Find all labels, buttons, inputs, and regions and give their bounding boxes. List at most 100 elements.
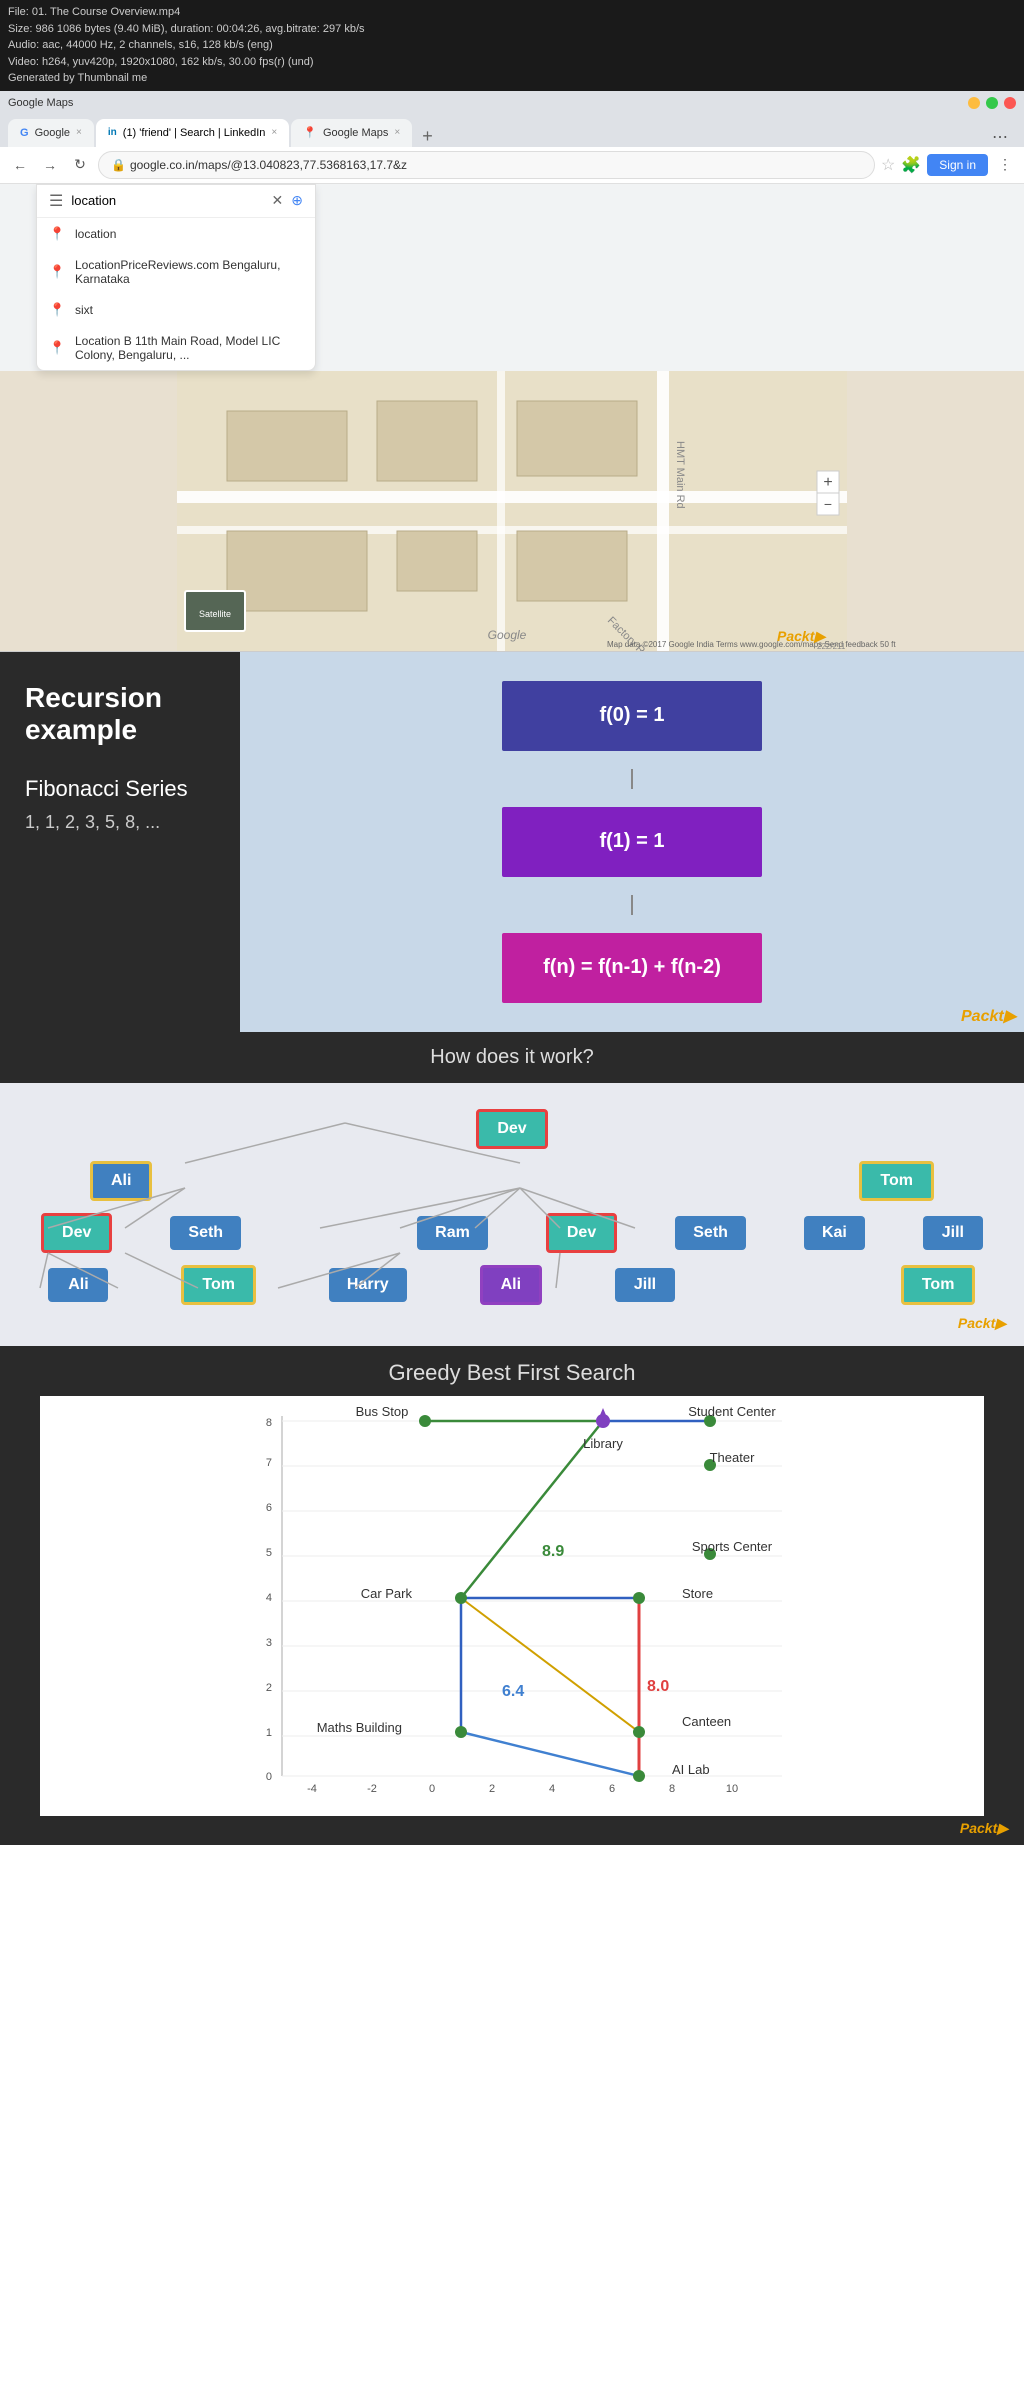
svg-text:8.0: 8.0 (647, 1678, 669, 1695)
svg-text:Maths Building: Maths Building (317, 1720, 402, 1735)
search-suggestions: ☰ ✕ ⊕ 📍 location 📍 LocationPriceReviews.… (36, 184, 316, 371)
svg-text:222/211: 222/211 (817, 642, 846, 651)
tab-favicon-linkedin: in (108, 127, 117, 138)
svg-text:0: 0 (266, 1771, 272, 1783)
meta-generated: Generated by Thumbnail me (8, 70, 1016, 87)
svg-text:1: 1 (266, 1727, 272, 1739)
svg-text:4: 4 (266, 1592, 272, 1604)
lock-icon: 🔒 (111, 158, 126, 172)
tab-label-google: Google (35, 127, 70, 139)
svg-text:+: + (823, 474, 832, 491)
signin-btn[interactable]: Sign in (927, 154, 988, 176)
location-icon-3: 📍 (49, 302, 65, 318)
svg-text:6: 6 (609, 1783, 615, 1795)
suggestion-text-4: Location B 11th Main Road, Model LIC Col… (75, 334, 303, 362)
tree-container: Dev Ali Tom Dev Seth Ram Dev (10, 1103, 1014, 1311)
node-tom-3b: Tom (901, 1265, 976, 1305)
window-controls (968, 97, 1016, 109)
minimize-btn[interactable] (968, 97, 980, 109)
tab-maps[interactable]: 📍 Google Maps × (291, 119, 412, 147)
refresh-btn[interactable]: ↻ (68, 153, 92, 177)
svg-text:2: 2 (489, 1783, 495, 1795)
location-icon-4: 📍 (49, 340, 65, 356)
meta-bar: File: 01. The Course Overview.mp4 Size: … (0, 0, 1024, 91)
browser-more-icon[interactable]: ⋮ (994, 156, 1016, 173)
node-harry-3: Harry (329, 1268, 407, 1302)
browser-chrome: Google Maps G Google × in (1) 'friend' |… (0, 91, 1024, 652)
search-icon[interactable]: ⊕ (291, 192, 303, 209)
suggestion-text-1: location (75, 227, 303, 241)
recursion-title: Recursion example (25, 682, 215, 746)
node-seth-2b: Seth (675, 1216, 746, 1250)
svg-text:HMT Main Rd: HMT Main Rd (674, 441, 686, 509)
svg-text:6.4: 6.4 (502, 1683, 524, 1700)
packt-logo-gbfs: Packt▶ (0, 1816, 1024, 1841)
tab-close-maps[interactable]: × (394, 127, 400, 138)
address-bar[interactable]: 🔒 google.co.in/maps/@13.040823,77.536816… (98, 151, 875, 179)
svg-text:10: 10 (726, 1783, 738, 1795)
svg-text:Map data ©2017 Google India: Map data ©2017 Google India Terms www.go… (607, 640, 896, 649)
suggestion-text-2: LocationPriceReviews.com Bengaluru, Karn… (75, 258, 303, 286)
location-icon-1: 📍 (49, 226, 65, 242)
svg-text:Sports Center: Sports Center (692, 1539, 773, 1554)
suggestion-locationreviews[interactable]: 📍 LocationPriceReviews.com Bengaluru, Ka… (37, 250, 315, 294)
svg-text:4: 4 (549, 1783, 555, 1795)
map-area[interactable]: HMT Main Rd Factory Rd + − Google Map da… (0, 371, 1024, 651)
forward-btn[interactable]: → (38, 153, 62, 177)
packt-logo-recursion: Packt▶ (961, 1006, 1016, 1026)
svg-text:Bus Stop: Bus Stop (356, 1404, 409, 1419)
tab-close-google[interactable]: × (76, 127, 82, 138)
maximize-btn[interactable] (986, 97, 998, 109)
svg-text:6: 6 (266, 1502, 272, 1514)
tab-favicon-maps: 📍 (303, 126, 317, 139)
browser-titlebar: Google Maps (0, 91, 1024, 115)
search-clear-icon[interactable]: ✕ (272, 192, 284, 209)
svg-text:8: 8 (266, 1417, 272, 1429)
svg-text:Store: Store (682, 1586, 713, 1601)
meta-video: Video: h264, yuv420p, 1920x1080, 162 kb/… (8, 54, 1016, 71)
suggestion-sixt[interactable]: 📍 sixt (37, 294, 315, 326)
fibonacci-series: 1, 1, 2, 3, 5, 8, ... (25, 812, 215, 833)
svg-text:Car Park: Car Park (361, 1586, 413, 1601)
search-input-row: ☰ ✕ ⊕ (37, 185, 315, 218)
browser-menu-btn[interactable]: ⋯ (984, 127, 1016, 147)
tab-google[interactable]: G Google × (8, 119, 94, 147)
browser-tabs: G Google × in (1) 'friend' | Search | Li… (0, 115, 1024, 147)
how-works-text: How does it work? (430, 1046, 593, 1068)
meta-file: File: 01. The Course Overview.mp4 (8, 4, 1016, 21)
address-text: google.co.in/maps/@13.040823,77.5368163,… (130, 158, 407, 172)
recursion-left: Recursion example Fibonacci Series 1, 1,… (0, 652, 240, 1032)
browser-title-text: Google Maps (8, 97, 73, 109)
svg-text:-4: -4 (307, 1783, 317, 1795)
tab-favicon-google: G (20, 127, 29, 139)
gbfs-chart: 0 1 2 3 4 5 6 7 8 -4 -2 0 2 4 6 8 10 (40, 1396, 984, 1816)
svg-text:8: 8 (669, 1783, 675, 1795)
suggestion-locationb[interactable]: 📍 Location B 11th Main Road, Model LIC C… (37, 326, 315, 370)
suggestion-location[interactable]: 📍 location (37, 218, 315, 250)
location-icon-2: 📍 (49, 264, 65, 280)
extensions-icon[interactable]: 🧩 (901, 155, 921, 175)
tab-close-linkedin[interactable]: × (271, 127, 277, 138)
node-ali-3a: Ali (48, 1268, 108, 1302)
tree-section: Dev Ali Tom Dev Seth Ram Dev (0, 1083, 1024, 1346)
fib-box-1: f(1) = 1 (502, 807, 762, 877)
node-tom-1: Tom (859, 1161, 934, 1201)
meta-size: Size: 986 1086 bytes (9.40 MiB), duratio… (8, 21, 1016, 38)
how-works-bar: How does it work? (0, 1032, 1024, 1083)
tab-label-linkedin: (1) 'friend' | Search | LinkedIn (123, 127, 266, 139)
node-kai-2: Kai (804, 1216, 865, 1250)
close-btn[interactable] (1004, 97, 1016, 109)
node-jill-2: Jill (923, 1216, 983, 1250)
star-icon[interactable]: ☆ (881, 155, 895, 175)
back-btn[interactable]: ← (8, 153, 32, 177)
meta-audio: Audio: aac, 44000 Hz, 2 channels, s16, 1… (8, 37, 1016, 54)
node-ali-3b: Ali (480, 1265, 542, 1305)
new-tab-btn[interactable]: + (414, 126, 441, 147)
map-svg: HMT Main Rd Factory Rd + − Google Map da… (0, 371, 1024, 651)
node-jill-3: Jill (615, 1268, 675, 1302)
browser-toolbar: ← → ↻ 🔒 google.co.in/maps/@13.040823,77.… (0, 147, 1024, 184)
hamburger-icon[interactable]: ☰ (49, 191, 63, 211)
tab-linkedin[interactable]: in (1) 'friend' | Search | LinkedIn × (96, 119, 289, 147)
tab-label-maps: Google Maps (323, 127, 388, 139)
search-input[interactable] (71, 193, 263, 208)
